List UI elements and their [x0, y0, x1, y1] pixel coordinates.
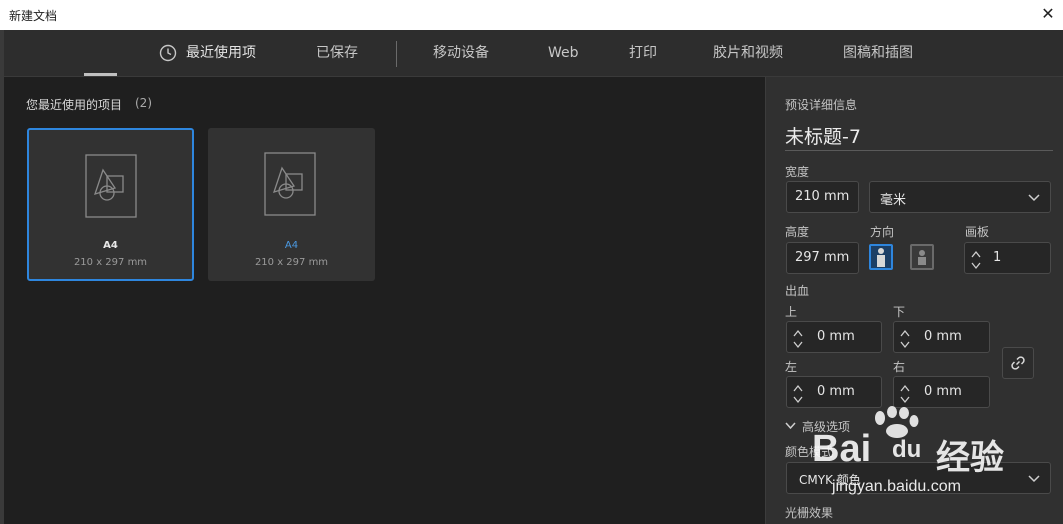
bleed-top-stepper[interactable]: 0 mm: [786, 321, 882, 353]
document-name-value: 未标题-7: [785, 126, 861, 148]
bleed-top-label: 上: [785, 305, 798, 319]
watermark-url: jingyan.baidu.com: [832, 478, 961, 495]
portrait-icon: [877, 248, 885, 267]
recent-items-area: 您最近使用的项目 (2) A4 210 x 297 mm A4 210 x 29…: [4, 77, 765, 524]
width-value: 210 mm: [795, 189, 850, 204]
bleed-right-value: 0 mm: [924, 384, 962, 399]
link-bleed-button[interactable]: [1002, 347, 1034, 379]
stepper-arrows-icon: [900, 329, 910, 349]
chevron-down-icon: [785, 422, 796, 430]
watermark-brand2: du: [892, 436, 922, 463]
window-titlebar: 新建文档 ✕: [0, 0, 1063, 31]
bleed-left-label: 左: [785, 360, 798, 374]
bleed-right-stepper[interactable]: 0 mm: [893, 376, 990, 408]
tab-label: 移动设备: [433, 45, 489, 61]
artboard-value: 1: [993, 250, 1002, 265]
tab-film-video[interactable]: 胶片和视频: [713, 30, 783, 76]
height-label: 高度: [785, 225, 810, 239]
active-tab-indicator: [84, 73, 117, 76]
document-preset-icon: [264, 152, 316, 216]
bleed-left-stepper[interactable]: 0 mm: [786, 376, 882, 408]
tab-label: Web: [548, 45, 579, 61]
clock-icon: [159, 44, 177, 62]
watermark-brand: Bai: [812, 428, 872, 470]
orientation-label: 方向: [870, 225, 895, 239]
bleed-top-value: 0 mm: [817, 329, 855, 344]
bleed-bottom-value: 0 mm: [924, 329, 962, 344]
portrait-orientation-button[interactable]: [869, 244, 893, 270]
height-field[interactable]: 297 mm: [786, 242, 859, 274]
bleed-bottom-stepper[interactable]: 0 mm: [893, 321, 990, 353]
tab-art-illustration[interactable]: 图稿和插图: [843, 30, 913, 76]
preset-name: A4: [103, 240, 118, 251]
tab-label: 已保存: [316, 45, 358, 61]
bleed-label: 出血: [785, 284, 810, 298]
document-preset-icon: [85, 154, 137, 218]
unit-value: 毫米: [880, 193, 907, 208]
chevron-down-icon: [1028, 475, 1040, 483]
section-title: 预设详细信息: [785, 98, 858, 112]
tab-label: 最近使用项: [186, 45, 256, 61]
tab-label: 打印: [629, 45, 657, 61]
height-value: 297 mm: [795, 250, 850, 265]
link-icon: [1011, 356, 1025, 370]
tab-separator: [396, 41, 397, 67]
tab-web[interactable]: Web: [548, 30, 579, 76]
watermark-cn: 经验: [936, 438, 1004, 478]
window-title: 新建文档: [9, 9, 58, 23]
preset-card[interactable]: A4 210 x 297 mm: [27, 128, 194, 281]
baidu-watermark: Bai du 经验 jingyan.baidu.com: [810, 406, 1010, 506]
category-tab-bar: 最近使用项 已保存 移动设备 Web 打印 胶片和视频 图稿和插图: [4, 30, 1063, 77]
stepper-arrows-icon: [793, 329, 803, 349]
tab-label: 图稿和插图: [843, 45, 913, 61]
paw-icon: [875, 406, 919, 438]
landscape-icon: [918, 250, 926, 265]
width-label: 宽度: [785, 165, 810, 179]
bleed-left-value: 0 mm: [817, 384, 855, 399]
tab-saved[interactable]: 已保存: [316, 30, 358, 76]
stepper-arrows-icon: [900, 384, 910, 404]
recent-count: (2): [135, 96, 152, 110]
recent-title: 您最近使用的项目: [26, 98, 123, 112]
preset-name: A4: [284, 240, 299, 251]
tab-mobile[interactable]: 移动设备: [433, 30, 489, 76]
artboard-stepper[interactable]: 1: [964, 242, 1051, 274]
width-field[interactable]: 210 mm: [786, 181, 859, 213]
chevron-down-icon: [1028, 194, 1040, 202]
landscape-orientation-button[interactable]: [910, 244, 934, 270]
artboard-label: 画板: [965, 225, 990, 239]
tab-label: 胶片和视频: [713, 45, 783, 61]
document-name-field[interactable]: 未标题-7: [785, 122, 1053, 151]
tab-print[interactable]: 打印: [629, 30, 657, 76]
raster-effects-label: 光栅效果: [785, 506, 834, 520]
preset-size: 210 x 297 mm: [73, 257, 148, 268]
stepper-arrows-icon: [971, 250, 981, 270]
unit-dropdown[interactable]: 毫米: [869, 181, 1051, 213]
tab-recent[interactable]: 最近使用项: [159, 30, 256, 76]
preset-size: 210 x 297 mm: [254, 257, 329, 268]
bleed-bottom-label: 下: [893, 305, 906, 319]
stepper-arrows-icon: [793, 384, 803, 404]
close-icon[interactable]: ✕: [1037, 2, 1059, 26]
preset-card[interactable]: A4 210 x 297 mm: [208, 128, 375, 281]
bleed-right-label: 右: [893, 360, 906, 374]
